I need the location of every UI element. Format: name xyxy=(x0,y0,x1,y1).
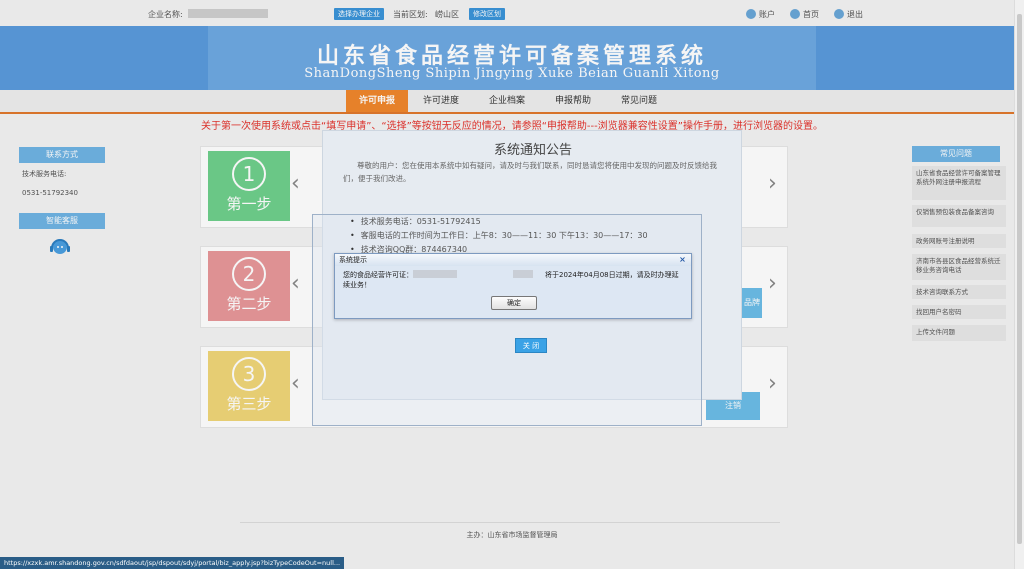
announcement-close-button[interactable]: 关 闭 xyxy=(515,338,547,353)
ok-button[interactable]: 确定 xyxy=(491,296,537,310)
page: 企业名称: 选择办理企业 当前区划: 崂山区 修改区划 账户 首页 退出 山东省… xyxy=(0,0,1024,569)
announcement-intro: 尊敬的用户：您在使用本系统中如有疑问，请及时与我们联系，同时恳请您将使用中发现的… xyxy=(343,161,717,183)
dialog-title: 系统提示 xyxy=(339,256,367,264)
dialog-title-bar: 系统提示 × xyxy=(335,254,691,266)
license-number-redacted xyxy=(513,270,533,278)
announcement-item: 客服电话的工作时间为工作日：上午8：30——11：30 下午13：30——17：… xyxy=(350,230,648,241)
status-bar-url: https://xzxk.amr.shandong.gov.cn/sdfdaou… xyxy=(0,557,345,569)
close-icon[interactable]: × xyxy=(678,255,687,264)
system-alert-dialog: 系统提示 × 您的食品经营许可证： 将于2024年04月08日过期，请及时办理延续… xyxy=(334,253,692,319)
announcement-title: 系统通知公告 xyxy=(493,143,572,158)
announcement-item: 技术服务电话：0531-51792415 xyxy=(350,216,481,227)
scrollbar-thumb[interactable] xyxy=(1017,14,1022,544)
dialog-message-prefix: 您的食品经营许可证： xyxy=(343,271,413,279)
license-number-redacted xyxy=(413,270,457,278)
scrollbar[interactable] xyxy=(1014,0,1024,569)
dialog-message: 您的食品经营许可证： 将于2024年04月08日过期，请及时办理延续业务！ xyxy=(343,270,683,290)
